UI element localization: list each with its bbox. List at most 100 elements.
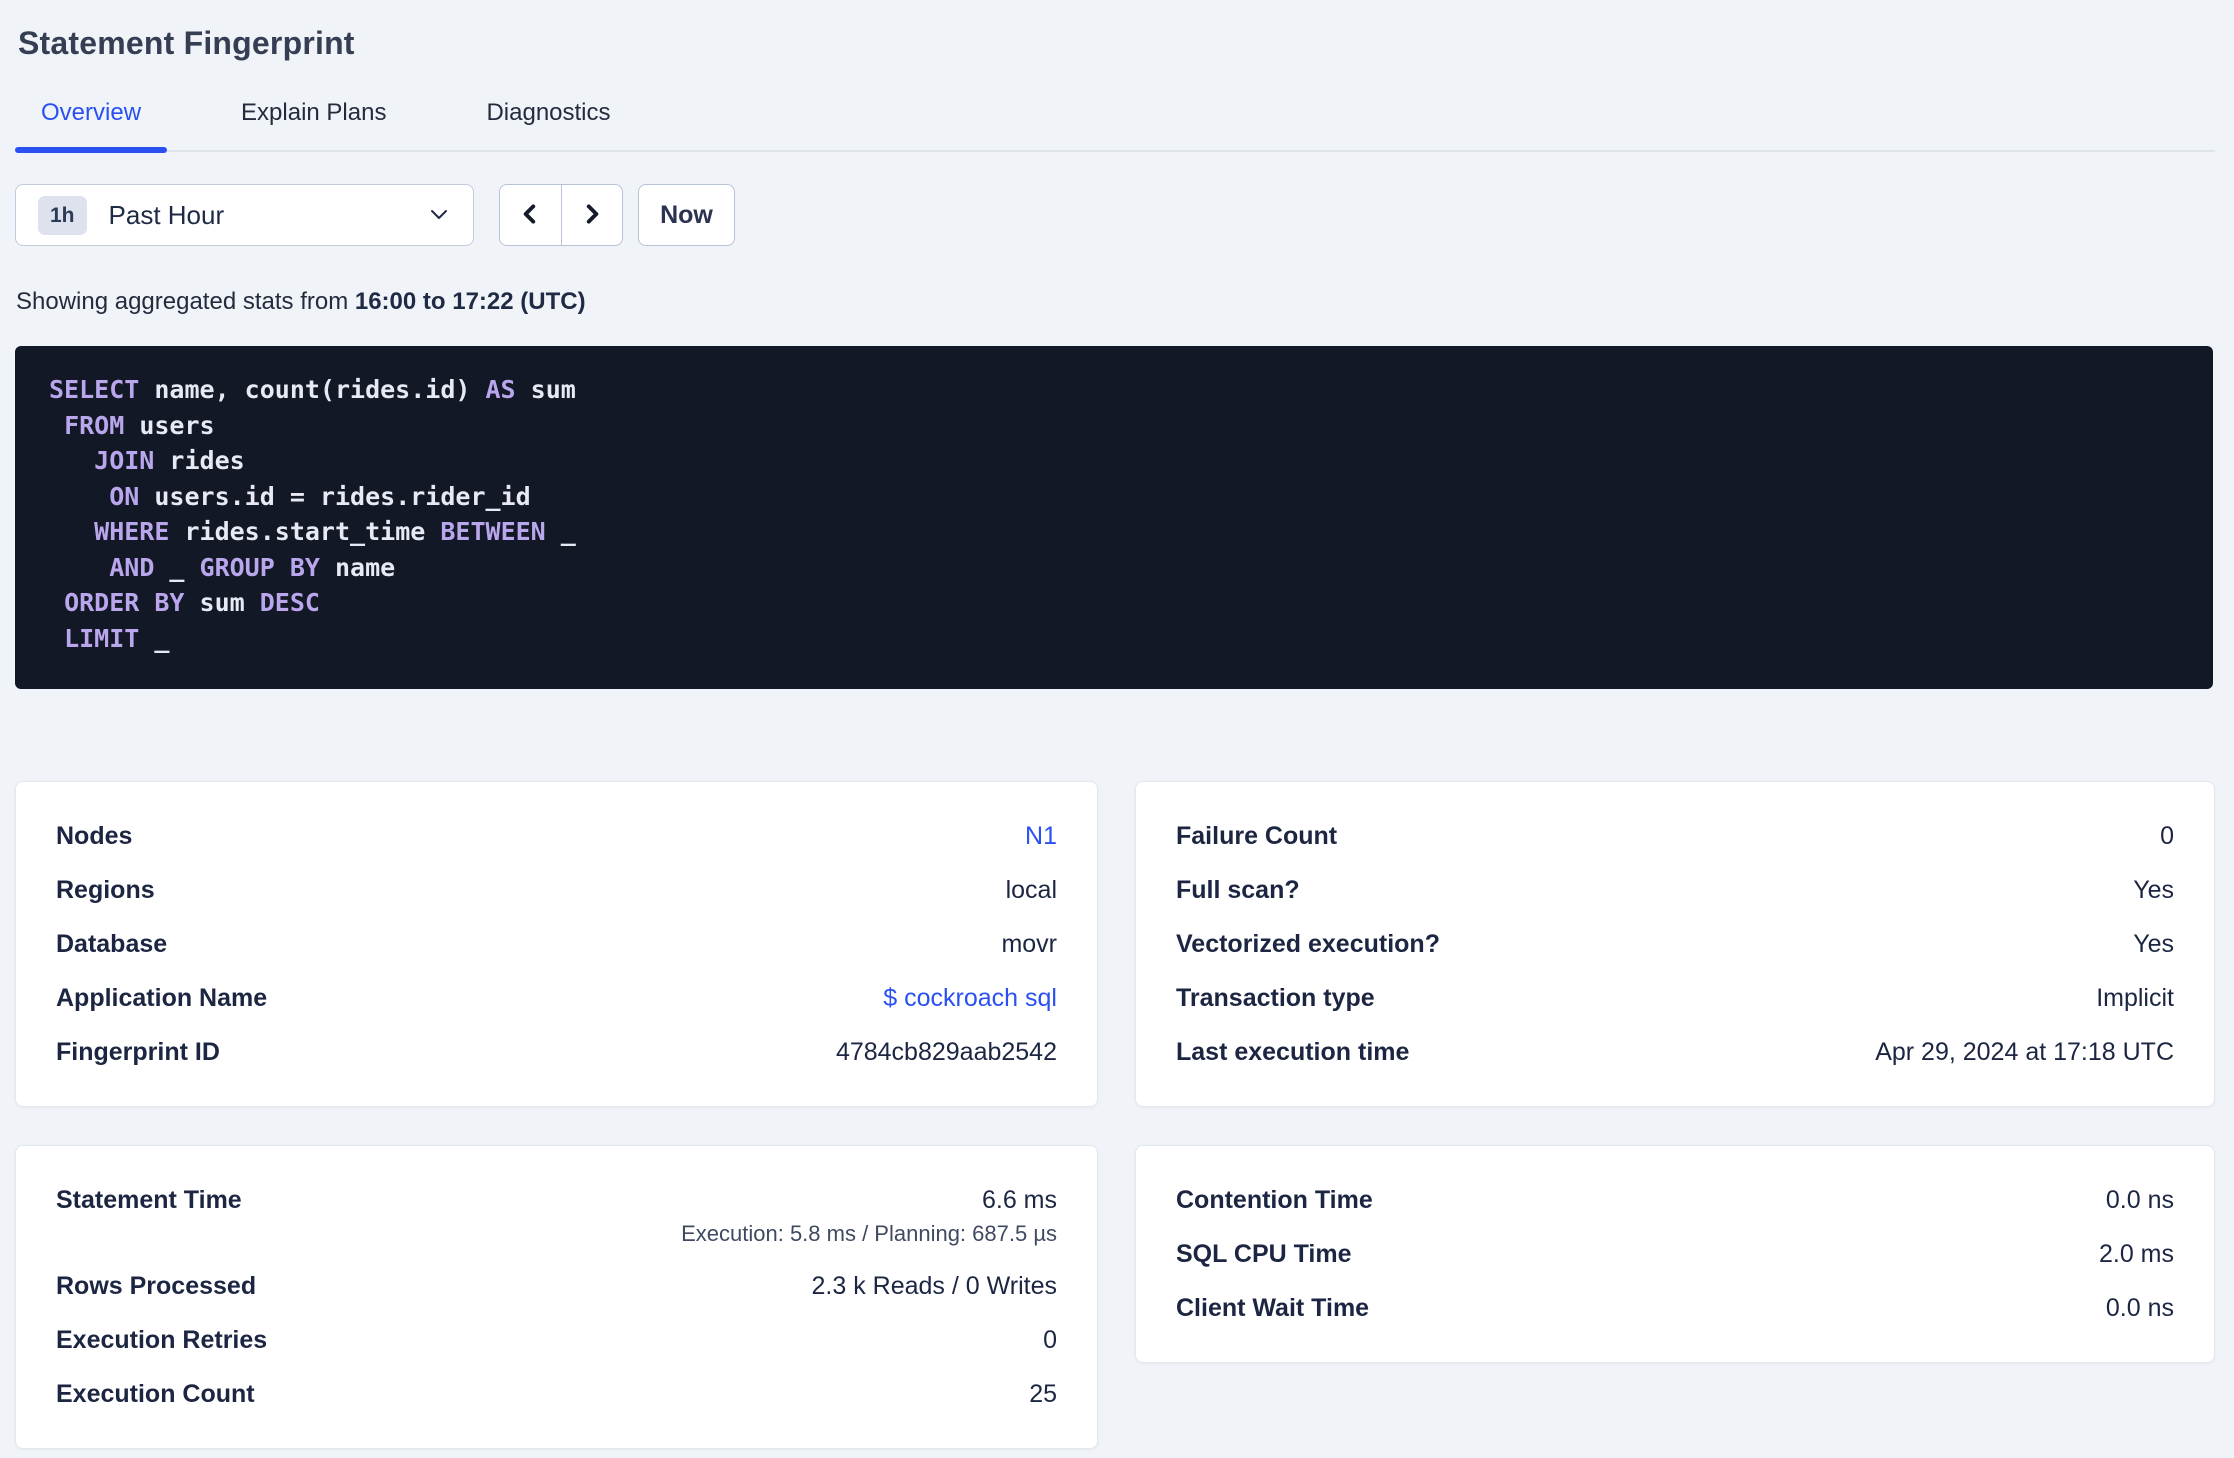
stat-value-wrap: Implicit [2096,985,2174,1011]
stat-row: Failure Count 0 [1176,809,2174,863]
chevron-down-icon [427,202,451,229]
stat-label: Client Wait Time [1176,1294,1370,1322]
stat-row: Application Name $ cockroach sql [56,971,1057,1025]
stat-subvalue: Execution: 5.8 ms / Planning: 687.5 µs [681,1221,1057,1246]
stat-value-wrap: Yes [2133,931,2174,957]
sql-line: ON users.id = rides.rider_id [109,481,531,511]
stat-row: Rows Processed 2.3 k Reads / 0 Writes [56,1259,1057,1313]
stat-value: Yes [2133,930,2174,958]
stat-value-wrap: N1 [1025,823,1057,849]
now-button[interactable]: Now [638,184,735,246]
time-range-badge: 1h [38,195,87,235]
sql-line: ORDER BY sum DESC [64,588,320,617]
tab-explain-plans[interactable]: Explain Plans [215,98,412,150]
stat-label: Rows Processed [56,1272,257,1300]
stat-value: 0 [1043,1326,1057,1354]
stat-label: Application Name [56,984,268,1012]
stat-label: Regions [56,876,155,904]
stat-row: Execution Count 25 [56,1367,1057,1421]
stat-value-wrap: 4784cb829aab2542 [836,1039,1057,1065]
stat-label: Statement Time [56,1186,242,1214]
stat-label: Failure Count [1176,822,1338,850]
stat-value-wrap: 6.6 ms Execution: 5.8 ms / Planning: 687.… [681,1187,1057,1245]
stat-row: Fingerprint ID 4784cb829aab2542 [56,1025,1057,1079]
stat-label: Full scan? [1176,876,1300,904]
stat-row: Contention Time 0.0 ns [1176,1173,2174,1227]
sql-line: AND _ GROUP BY name [109,552,396,582]
sql-line: JOIN rides [94,446,245,475]
page-title: Statement Fingerprint [18,25,355,61]
stat-row: Last execution time Apr 29, 2024 at 17:18… [1176,1025,2174,1079]
sql-code: SELECT name, count(rides.id) AS sum FROM… [49,372,2183,656]
stat-value: 6.6 ms [981,1186,1057,1214]
stats-cards-row: Statement Time 6.6 ms Execution: 5.8 ms / … [15,1145,2215,1449]
stat-value-wrap: 0 [1043,1327,1057,1353]
stat-label: Fingerprint ID [56,1038,220,1066]
stat-value-wrap: 0 [2160,823,2174,849]
stat-value-wrap: $ cockroach sql [883,985,1057,1011]
stat-label: Last execution time [1176,1038,1410,1066]
next-time-range-button[interactable] [560,185,623,245]
previous-time-range-button[interactable] [500,185,561,245]
stat-value: Yes [2133,876,2174,904]
stat-value-link[interactable]: $ cockroach sql [883,985,1057,1011]
tab-diagnostics[interactable]: Diagnostics [460,98,636,150]
tab-overview[interactable]: Overview [15,98,168,153]
aggregated-stats-range: 16:00 to 17:22 (UTC) [354,288,586,315]
time-range-dropdown[interactable]: 1h Past Hour [15,184,474,246]
stat-row: Nodes N1 [56,809,1057,863]
stat-row: Statement Time 6.6 ms Execution: 5.8 ms / … [56,1173,1057,1259]
stat-row: Client Wait Time 0.0 ns [1176,1281,2174,1335]
aggregated-stats-prefix: Showing aggregated stats from [16,288,355,315]
stat-row: Execution Retries 0 [56,1313,1057,1367]
statement-fingerprint-page: Statement Fingerprint Overview Explain P… [0,22,2234,1458]
wait-times-card: Contention Time 0.0 ns SQL CPU Time 2.0 ms C… [1135,1145,2215,1363]
stat-value: 4784cb829aab2542 [835,1038,1057,1066]
stat-value-link[interactable]: N1 [1025,823,1057,849]
stat-value-wrap: Yes [2133,877,2174,903]
chevron-left-icon [517,201,543,230]
tab-bar: Overview Explain Plans Diagnostics [15,98,2215,153]
stat-value: local [1005,876,1057,904]
stat-value: 0 [2160,822,2174,850]
aggregated-stats-line: Showing aggregated stats from 16:00 to 1… [16,288,2234,316]
stat-value: Implicit [2096,984,2174,1012]
stat-value-wrap: 25 [1029,1381,1057,1407]
stat-value: 0.0 ns [2105,1294,2174,1322]
stat-value: 25 [1029,1380,1057,1408]
stat-label: Database [56,930,168,958]
stat-row: Transaction type Implicit [1176,971,2174,1025]
stat-value-wrap: 0.0 ns [2106,1187,2174,1213]
stat-row: Regions local [56,863,1057,917]
stat-label: Execution Count [56,1380,255,1408]
sql-line: SELECT name, count(rides.id) AS sum [49,375,576,404]
stat-row: SQL CPU Time 2.0 ms [1176,1227,2174,1281]
chevron-right-icon [579,201,605,230]
stat-value-wrap: 0.0 ns [2106,1295,2174,1321]
stat-value: 2.3 k Reads / 0 Writes [811,1272,1057,1300]
sql-line: WHERE rides.start_time BETWEEN _ [94,517,576,546]
stat-value-wrap: local [1006,877,1057,903]
time-selector-row: 1h Past Hour Now [15,184,2234,246]
stat-row: Database movr [56,917,1057,971]
stat-value-wrap: 2.0 ms [2099,1241,2174,1267]
stat-row: Vectorized execution? Yes [1176,917,2174,971]
stat-value: 0.0 ns [2105,1186,2174,1214]
time-range-label: Past Hour [108,199,225,230]
overview-cards-row: Nodes N1 Regions local Database movr Applicati… [15,781,2215,1107]
sql-line: LIMIT _ [64,623,170,653]
stat-value-wrap: Apr 29, 2024 at 17:18 UTC [1875,1039,2174,1065]
stat-label: Execution Retries [56,1326,268,1354]
time-range-nav [499,184,623,246]
stat-label: Transaction type [1176,984,1375,1012]
sql-line: FROM users [64,410,215,440]
statement-details-card: Nodes N1 Regions local Database movr Applicati… [15,781,1098,1107]
statement-times-card: Statement Time 6.6 ms Execution: 5.8 ms / … [15,1145,1098,1449]
stat-label: Vectorized execution? [1176,930,1440,958]
stat-value-wrap: movr [1001,931,1057,957]
stat-label: Nodes [56,822,133,850]
stat-value: 2.0 ms [2098,1240,2174,1268]
stat-value-wrap: 2.3 k Reads / 0 Writes [812,1273,1057,1299]
sql-statement-box: SELECT name, count(rides.id) AS sum FROM… [15,346,2213,689]
stat-label: SQL CPU Time [1176,1240,1352,1268]
